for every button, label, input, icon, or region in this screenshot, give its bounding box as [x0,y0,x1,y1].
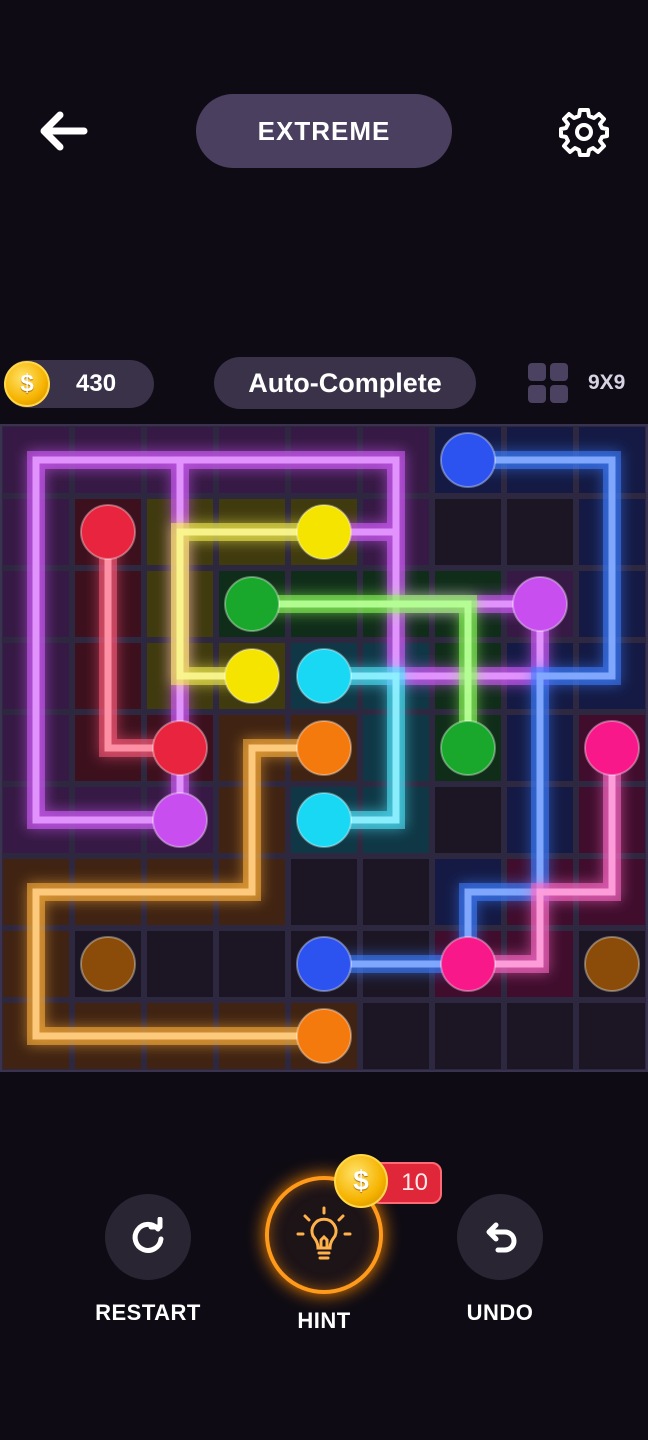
dot-orange[interactable] [296,1008,352,1064]
restart-control: RESTART [92,1194,204,1326]
coin-count: 430 [76,370,117,397]
dot-yellow[interactable] [296,504,352,560]
auto-complete-button[interactable]: Auto-Complete [214,357,476,409]
dot-purple[interactable] [512,576,568,632]
coin-icon: $ [4,361,50,407]
board-cell[interactable] [144,928,216,1000]
board-cell[interactable] [504,496,576,568]
grid-size-indicator: 9X9 [528,362,644,404]
coin-icon: $ [334,1154,388,1208]
lightbulb-icon [296,1206,352,1260]
dot-green[interactable] [440,720,496,776]
undo-icon [486,1222,517,1253]
hint-cost-badge: 10 $ [334,1154,444,1208]
dot-yellow[interactable] [224,648,280,704]
dot-pink[interactable] [584,720,640,776]
dot-green[interactable] [224,576,280,632]
dot-red[interactable] [80,504,136,560]
restart-label: RESTART [95,1300,201,1325]
dot-brown[interactable] [80,936,136,992]
board-cell[interactable] [432,784,504,856]
board-cell[interactable] [432,1000,504,1072]
grid-icon [528,363,568,403]
game-board[interactable] [0,424,648,1072]
board-cell[interactable] [360,1000,432,1072]
dot-blue[interactable] [440,432,496,488]
board-cell[interactable] [432,496,504,568]
hint-label: HINT [297,1308,351,1333]
board-cell[interactable] [360,856,432,928]
coin-balance: $ 430 [4,360,154,408]
settings-button[interactable] [552,100,616,164]
board-cell[interactable] [504,1000,576,1072]
undo-label: UNDO [466,1300,534,1325]
gear-icon [559,108,609,157]
dot-cyan[interactable] [296,792,352,848]
dot-blue[interactable] [296,936,352,992]
dot-purple[interactable] [152,792,208,848]
dot-pink[interactable] [440,936,496,992]
back-button[interactable] [28,100,98,162]
dot-brown[interactable] [584,936,640,992]
grid-size-label: 9X9 [588,371,626,394]
restart-button[interactable] [105,1194,191,1280]
undo-button[interactable] [457,1194,543,1280]
dot-orange[interactable] [296,720,352,776]
dot-red[interactable] [152,720,208,776]
board-cell[interactable] [216,928,288,1000]
dot-cyan[interactable] [296,648,352,704]
board-cell[interactable] [576,1000,648,1072]
difficulty-label[interactable]: EXTREME [196,94,452,168]
board-cell[interactable] [288,856,360,928]
arrow-left-icon [40,111,88,151]
restart-icon [132,1217,164,1253]
undo-control: UNDO [444,1194,556,1326]
